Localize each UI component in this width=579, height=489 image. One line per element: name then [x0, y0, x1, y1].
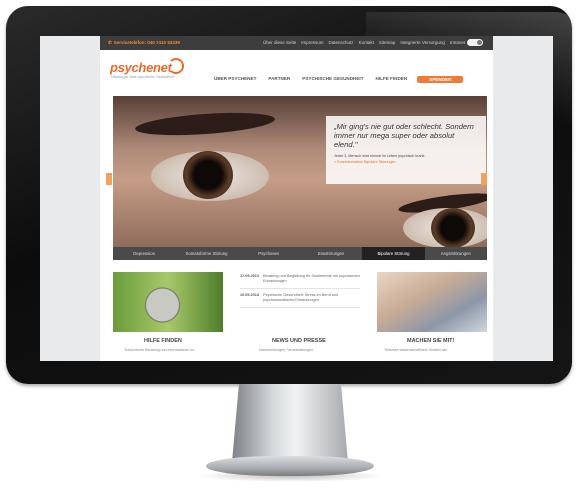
tab-somatoform[interactable]: Somatoforme Störung: [175, 247, 237, 260]
toplink-intranet[interactable]: Intranet: [450, 40, 465, 45]
top-links: Über diese Seite Impressum Datenschutz K…: [263, 40, 465, 45]
toplink-about[interactable]: Über diese Seite: [263, 40, 296, 45]
hero-banner: „Mir ging's nie gut oder schlecht. Sonde…: [113, 96, 487, 247]
website: ✆ Servicetelefon: 040 7410 53339 Über die…: [100, 36, 493, 361]
monitor-stand-base: [206, 456, 374, 476]
tab-psychosen[interactable]: Psychosen: [238, 247, 300, 260]
hero-prev-arrow[interactable]: [106, 173, 112, 185]
monitor-stand-neck: [232, 384, 348, 462]
logo-swirl-icon: [168, 58, 184, 74]
hero-next-arrow[interactable]: [481, 173, 487, 185]
news-item[interactable]: 10.09.2013 Psychische Gesundheit: Stress…: [240, 293, 360, 308]
toplink-versorgung[interactable]: Integrierte Versorgung: [400, 40, 445, 45]
phone-icon: ✆: [108, 40, 112, 45]
tab-depression[interactable]: Depression: [113, 247, 175, 260]
card-text-participate: Teilweise wissenschaftliche Studien wie: [384, 348, 448, 352]
toplink-sitemap[interactable]: Sitemap: [379, 40, 396, 45]
search-toggle[interactable]: [467, 39, 483, 46]
nav-partner[interactable]: PARTNER: [268, 76, 290, 83]
top-bar: ✆ Servicetelefon: 040 7410 53339 Über die…: [100, 36, 493, 50]
service-phone[interactable]: ✆ Servicetelefon: 040 7410 53339: [108, 40, 180, 46]
nav-health[interactable]: PSYCHISCHE GESUNDHEIT: [302, 76, 363, 83]
nav-find-help[interactable]: HILFE FINDEN: [376, 76, 408, 83]
news-list: 17.09.2013 Beratung und Begleitung für S…: [240, 274, 360, 312]
participate-image[interactable]: [377, 272, 487, 332]
site-logo[interactable]: psychenet: [110, 60, 172, 75]
toplink-datenschutz[interactable]: Datenschutz: [329, 40, 354, 45]
toplink-impressum[interactable]: Impressum: [301, 40, 323, 45]
donate-button[interactable]: SPENDEN: [417, 76, 464, 83]
hero-quote: „Mir ging's nie gut oder schlecht. Sonde…: [334, 122, 474, 149]
hero-link[interactable]: > Kurzinformation Bipolare Störungen: [334, 160, 479, 164]
monitor-screen: ✆ Servicetelefon: 040 7410 53339 Über die…: [40, 36, 553, 361]
card-text-news: Nachmeldungen, Veranstaltungen,: [259, 348, 315, 352]
monitor-bezel: ✆ Servicetelefon: 040 7410 53339 Über die…: [6, 6, 578, 384]
main-nav: ÜBER PSYCHENET PARTNER PSYCHISCHE GESUND…: [214, 76, 464, 83]
hero-quote-box: „Mir ging's nie gut oder schlecht. Sonde…: [326, 116, 486, 184]
card-title-participate[interactable]: MACHEN SIE MIT!: [407, 338, 454, 344]
card-title-news[interactable]: NEWS UND PRESSE: [272, 338, 326, 344]
card-title-find-help[interactable]: HILFE FINDEN: [144, 338, 182, 344]
nav-about[interactable]: ÜBER PSYCHENET: [214, 76, 256, 83]
hero-subtext: Jeder 3. Mensch wird einmal im Leben psy…: [334, 154, 426, 158]
right-iris: [431, 208, 475, 247]
tab-bipolar[interactable]: Bipolare Störung: [362, 247, 425, 260]
card-text-find-help: Telefonische Beratung und Informationen …: [124, 348, 195, 352]
compass-image[interactable]: [113, 272, 223, 332]
left-eyebrow: [134, 109, 276, 139]
tab-angst[interactable]: Angststörungen: [425, 247, 487, 260]
topic-tabs: Depression Somatoforme Störung Psychosen…: [113, 247, 487, 260]
logo-tagline: Hamburger Netz psychische Gesundheit: [111, 75, 174, 79]
toplink-kontakt[interactable]: Kontakt: [359, 40, 374, 45]
news-item[interactable]: 17.09.2013 Beratung und Begleitung für S…: [240, 274, 360, 289]
left-iris: [183, 151, 233, 199]
tab-essstoerungen[interactable]: Essstörungen: [300, 247, 362, 260]
